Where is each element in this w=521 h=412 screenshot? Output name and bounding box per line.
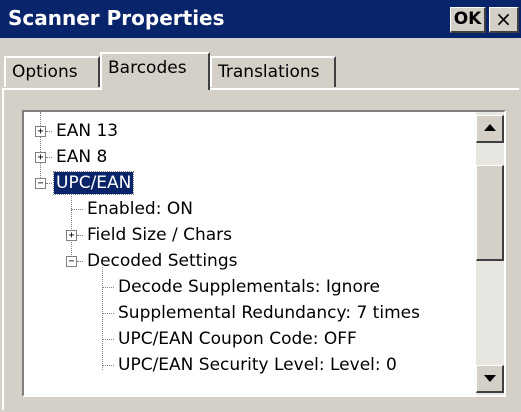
tree-line (71, 209, 83, 210)
tree-line (102, 365, 114, 366)
tree-item-label: Supplemental Redundancy: 7 times (118, 303, 420, 323)
tree-item-label: Enabled: ON (87, 199, 193, 219)
tree-item-coupon-code[interactable]: UPC/EAN Coupon Code: OFF (116, 326, 359, 352)
window-title: Scanner Properties (8, 6, 225, 30)
barcode-tree-view[interactable]: + + − + − EAN 13 EAN 8 UPC/EAN Enabled: … (22, 110, 506, 397)
scroll-up-button[interactable] (476, 115, 504, 143)
collapse-minus-icon[interactable]: − (35, 178, 46, 189)
scroll-down-button[interactable] (476, 365, 504, 393)
expand-plus-icon[interactable]: + (35, 152, 46, 163)
tree-item-upc-ean[interactable]: UPC/EAN (52, 170, 135, 196)
tree-item-label: Decode Supplementals: Ignore (118, 277, 380, 297)
tree-content: + + − + − EAN 13 EAN 8 UPC/EAN Enabled: … (24, 112, 476, 395)
tree-item-label: EAN 8 (56, 147, 108, 167)
tree-item-ean13[interactable]: EAN 13 (54, 118, 120, 144)
tree-item-label: UPC/EAN Coupon Code: OFF (118, 329, 357, 349)
vertical-scrollbar[interactable] (476, 112, 504, 395)
tree-line (46, 183, 52, 184)
tree-line (102, 267, 103, 370)
tree-item-supplemental-redundancy[interactable]: Supplemental Redundancy: 7 times (116, 300, 422, 326)
tab-translations[interactable]: Translations (210, 56, 336, 87)
tab-options[interactable]: Options (4, 56, 100, 87)
tree-line (46, 131, 52, 132)
tree-line (102, 313, 114, 314)
tree-item-decode-supplementals[interactable]: Decode Supplementals: Ignore (116, 274, 382, 300)
tab-barcodes[interactable]: Barcodes (100, 52, 210, 90)
tree-item-security-level[interactable]: UPC/EAN Security Level: Level: 0 (116, 352, 399, 378)
scrollbar-thumb[interactable] (476, 165, 504, 261)
tree-line (46, 157, 52, 158)
tree-item-field-size[interactable]: Field Size / Chars (85, 222, 234, 248)
tree-item-label: UPC/EAN (52, 171, 135, 195)
tree-item-label: EAN 13 (56, 121, 119, 141)
close-icon[interactable]: × (489, 7, 519, 33)
tree-item-ean8[interactable]: EAN 8 (54, 144, 109, 170)
tree-item-enabled[interactable]: Enabled: ON (85, 196, 195, 222)
tree-line (40, 112, 41, 182)
tree-line (102, 287, 114, 288)
tree-line (77, 261, 83, 262)
title-bar: Scanner Properties OK × (0, 0, 521, 38)
scroll-down-arrow-icon (484, 375, 496, 382)
expand-plus-icon[interactable]: + (66, 230, 77, 241)
tree-item-decoded-settings[interactable]: Decoded Settings (85, 248, 239, 274)
tree-line (102, 339, 114, 340)
expand-plus-icon[interactable]: + (35, 126, 46, 137)
tree-item-label: Field Size / Chars (87, 225, 232, 245)
collapse-minus-icon[interactable]: − (66, 256, 77, 267)
ok-button[interactable]: OK (450, 7, 486, 33)
tree-item-label: Decoded Settings (87, 251, 238, 271)
tree-item-label: UPC/EAN Security Level: Level: 0 (118, 355, 397, 375)
scroll-up-arrow-icon (484, 124, 496, 131)
tree-line (77, 235, 83, 236)
